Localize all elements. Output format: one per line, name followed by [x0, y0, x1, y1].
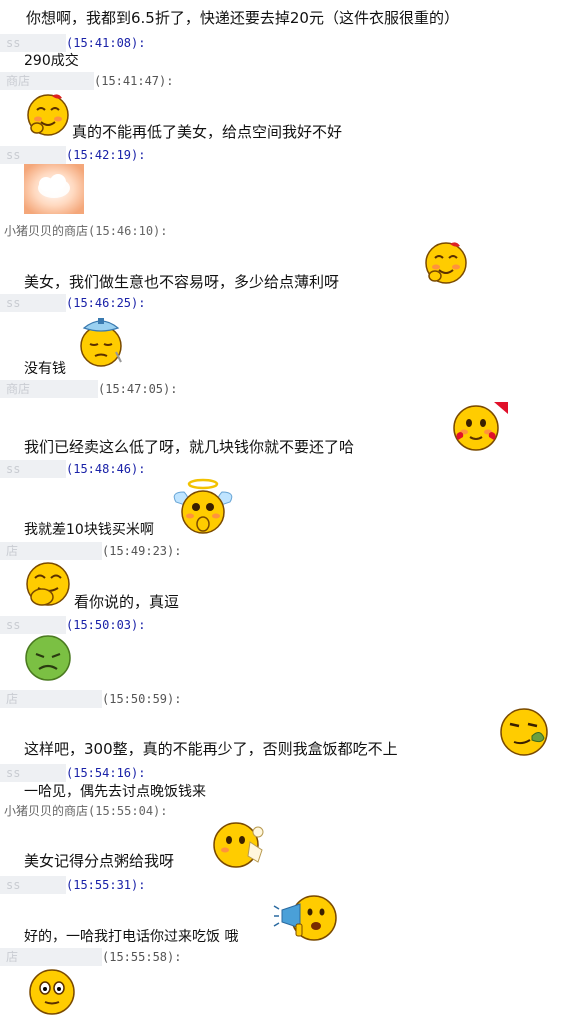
message-timestamp: (15:55:04): — [88, 804, 168, 818]
megaphone-icon — [272, 892, 340, 946]
message-text: 你想啊，我都到6.5折了，快递还要去掉20元（这件衣服很重的） — [26, 9, 459, 27]
message-timestamp: (15:42:19): — [66, 148, 146, 162]
sender-name: 商店 — [0, 72, 94, 90]
sender-name: ss — [0, 34, 66, 52]
message-header: 店 (15:49:23): — [0, 542, 561, 560]
message-header: ss (15:48:46): — [0, 460, 561, 478]
message-timestamp: (15:49:23): — [102, 544, 182, 558]
message-timestamp: (15:41:08): — [66, 36, 146, 50]
message-header: 小猪贝贝的商店(15:55:04): — [0, 802, 561, 820]
message-timestamp: (15:54:16): — [66, 766, 146, 780]
sender-name: 店 — [0, 542, 102, 560]
message-timestamp: (15:47:05): — [98, 382, 178, 396]
message-timestamp: (15:41:47): — [94, 74, 174, 88]
message-timestamp: (15:50:59): — [102, 692, 182, 706]
message-text: 这样吧，300整，真的不能再少了，否则我盒饭都吃不上 — [24, 740, 398, 758]
message-text: 没有钱 — [24, 361, 66, 377]
message-header: 店 (15:55:58): — [0, 948, 561, 966]
message-header: ss (15:41:08): — [0, 34, 561, 52]
message-text: 真的不能再低了美女，给点空间我好不好 — [72, 123, 343, 141]
message-header: ss (15:54:16): — [0, 764, 561, 782]
sender-name: ss — [0, 294, 66, 312]
message-header: ss (15:42:19): — [0, 146, 561, 164]
message-text: 好的，一哈我打电话你过来吃饭 哦 — [24, 929, 239, 945]
message-text: 我们已经卖这么低了呀，就几块钱你就不要还了哈 — [24, 438, 355, 456]
cigar-smirk-icon — [498, 706, 550, 758]
sender-name: ss — [0, 876, 66, 894]
message-timestamp: (15:46:25): — [66, 296, 146, 310]
heart-smile-icon — [450, 398, 512, 454]
sender-name: ss — [0, 460, 66, 478]
sender-name: ss — [0, 616, 66, 634]
message-header: 商店 (15:41:47): — [0, 72, 561, 90]
message-timestamp: (15:50:03): — [66, 618, 146, 632]
chat-history-panel: 你想啊，我都到6.5折了，快递还要去掉20元（这件衣服很重的） ss (15:41… — [0, 0, 561, 1026]
laugh-cover-mouth-icon — [24, 560, 72, 608]
sender-name: 商店 — [0, 380, 98, 398]
giggle-icon — [24, 90, 72, 138]
surprised-icon — [28, 968, 76, 1016]
message-text: 美女记得分点粥给我呀 — [24, 852, 175, 870]
message-text: 我就差10块钱买米啊 — [24, 522, 154, 538]
message-text: 一哈见，偶先去讨点晚饭钱来 — [24, 784, 206, 800]
sender-name: 小猪贝贝的商店 — [4, 804, 89, 818]
sender-name: 店 — [0, 690, 102, 708]
message-text: 290成交 — [24, 53, 79, 69]
giggle-icon — [422, 238, 470, 286]
message-header: 小猪贝贝的商店(15:46:10): — [0, 222, 561, 240]
message-header: ss (15:50:03): — [0, 616, 561, 634]
message-text: 美女，我们做生意也不容易呀，多少给点薄利呀 — [24, 273, 340, 291]
message-timestamp: (15:46:10): — [88, 224, 168, 238]
ice-pack-sick-icon — [74, 314, 128, 368]
message-timestamp: (15:55:31): — [66, 878, 146, 892]
angel-icon — [170, 476, 236, 538]
sender-name: ss — [0, 764, 66, 782]
message-header: ss (15:46:25): — [0, 294, 561, 312]
sick-green-icon — [24, 634, 72, 682]
sender-name: ss — [0, 146, 66, 164]
message-header: 店 (15:50:59): — [0, 690, 561, 708]
cloud-sticker-icon — [24, 164, 84, 214]
message-text: 看你说的，真逗 — [74, 593, 180, 611]
eating-icon — [212, 818, 270, 870]
message-header: 商店 (15:47:05): — [0, 380, 561, 398]
sender-name: 店 — [0, 948, 102, 966]
message-timestamp: (15:48:46): — [66, 462, 146, 476]
sender-name: 小猪贝贝的商店 — [4, 224, 89, 238]
message-timestamp: (15:55:58): — [102, 950, 182, 964]
